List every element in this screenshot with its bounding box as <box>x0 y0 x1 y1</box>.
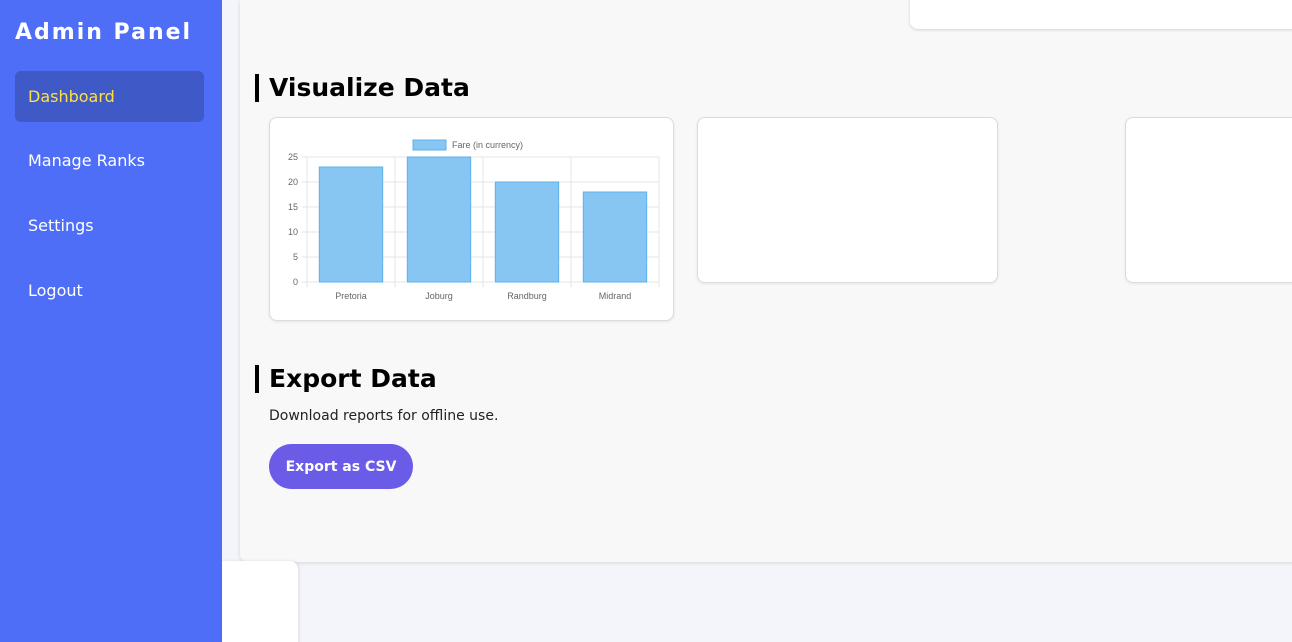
y-tick-label: 0 <box>293 277 298 287</box>
export-description: Download reports for offline use. <box>269 408 499 424</box>
y-tick-label: 25 <box>288 152 298 162</box>
legend-swatch <box>412 139 447 151</box>
summary-card <box>910 0 1292 29</box>
x-tick-label: Joburg <box>425 291 453 301</box>
chart-card-empty <box>1125 117 1292 283</box>
fare-bar-chart: 0 5 10 15 20 25 Pretoria Joburg Randburg Midrand F… <box>288 139 660 301</box>
y-tick-label: 5 <box>293 252 298 262</box>
nav-item-dashboard[interactable]: Dashboard <box>15 71 204 122</box>
nav-item-manage-ranks[interactable]: Manage Ranks <box>15 135 204 186</box>
export-csv-button[interactable]: Export as CSV <box>269 444 413 489</box>
export-section-title: Export Data <box>255 365 437 393</box>
bar-midrand <box>582 191 648 283</box>
x-tick-label: Midrand <box>599 291 632 301</box>
app-title: Admin Panel <box>15 20 193 45</box>
nav-item-settings[interactable]: Settings <box>15 200 204 251</box>
footer-card <box>222 561 298 642</box>
sidebar: Admin Panel Dashboard Manage Ranks Setti… <box>0 0 222 642</box>
y-tick-label: 10 <box>288 227 298 237</box>
y-tick-label: 20 <box>288 177 298 187</box>
nav-item-logout[interactable]: Logout <box>15 265 204 316</box>
visualize-section-title: Visualize Data <box>255 74 470 102</box>
bar-randburg <box>494 181 560 283</box>
chart-card: 0 5 10 15 20 25 Pretoria Joburg Randburg Midrand F… <box>269 117 674 321</box>
x-tick-label: Pretoria <box>335 291 367 301</box>
bar-pretoria <box>318 166 384 283</box>
x-tick-label: Randburg <box>507 291 547 301</box>
bar-joburg <box>406 156 472 283</box>
legend-label: Fare (in currency) <box>452 140 523 150</box>
y-tick-label: 15 <box>288 202 298 212</box>
chart-card-empty <box>697 117 998 283</box>
